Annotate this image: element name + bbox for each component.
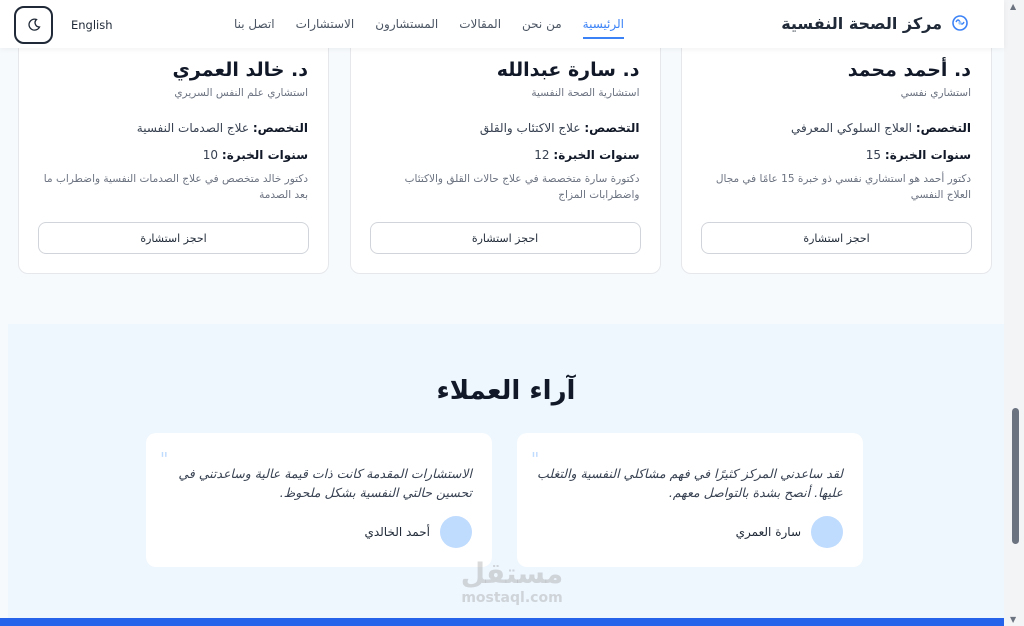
- doctor-description: دكتور خالد متخصص في علاج الصدمات النفسية…: [43, 173, 308, 201]
- doctor-title: استشارية الصحة النفسية: [531, 87, 640, 99]
- years-value: 15: [865, 148, 882, 162]
- author-name: سارة العمري: [735, 525, 801, 539]
- specialty-value: علاج الصدمات النفسية: [136, 121, 249, 135]
- doctor-name: د. سارة عبدالله: [496, 59, 640, 81]
- specialty-label: التخصص:: [915, 121, 971, 135]
- avatar: [440, 516, 472, 548]
- testimonial-card: " لقد ساعدني المركز كثيرًا في فهم مشاكلي…: [517, 433, 863, 567]
- theme-toggle-button[interactable]: [14, 6, 53, 44]
- testimonial-text: لقد ساعدني المركز كثيرًا في فهم مشاكلي ا…: [537, 466, 843, 500]
- years-label: سنوات الخبرة:: [553, 148, 640, 162]
- doctor-title: استشاري نفسي: [900, 87, 971, 99]
- doctor-card: د. خالد العمري استشاري علم النفس السريري…: [18, 30, 329, 274]
- scroll-down-arrow-icon[interactable]: ▼: [1010, 615, 1016, 624]
- nav-contact[interactable]: اتصل بنا: [234, 17, 275, 39]
- years-value: 10: [202, 148, 219, 162]
- brand[interactable]: مركز الصحة النفسية: [781, 13, 970, 33]
- doctors-grid: د. خالد العمري استشاري علم النفس السريري…: [18, 30, 992, 274]
- nav-consultants[interactable]: المستشارون: [375, 17, 438, 39]
- mostaql-watermark: مستقل mostaql.com: [450, 557, 574, 607]
- main-nav: الرئيسية من نحن المقالات المستشارون الاس…: [213, 17, 624, 39]
- doctor-experience: سنوات الخبرة: 15: [866, 148, 971, 162]
- doctor-description: دكتورة سارة متخصصة في علاج حالات القلق و…: [404, 173, 640, 201]
- brain-logo-icon: [952, 15, 968, 31]
- scrollbar-thumb[interactable]: [1012, 408, 1019, 544]
- brand-name: مركز الصحة النفسية: [781, 13, 942, 33]
- doctor-experience: سنوات الخبرة: 10: [203, 148, 308, 162]
- avatar: [811, 516, 843, 548]
- section-title: آراء العملاء: [436, 376, 576, 406]
- years-value: 12: [534, 148, 550, 162]
- doctor-specialty: التخصص: العلاج السلوكي المعرفي: [791, 121, 971, 135]
- scroll-up-arrow-icon[interactable]: ▲: [1010, 2, 1016, 11]
- doctor-name: د. خالد العمري: [172, 59, 308, 81]
- author-name: أحمد الخالدي: [364, 525, 430, 539]
- footer-top-bar: [0, 618, 1004, 626]
- doctor-description: دكتور أحمد هو استشاري نفسي ذو خبرة 15 عا…: [715, 173, 971, 201]
- page-scrollbar[interactable]: ▲ ▼: [1004, 0, 1024, 626]
- doctor-card: د. سارة عبدالله استشارية الصحة النفسية ا…: [349, 30, 661, 274]
- book-consultation-button[interactable]: احجز استشارة: [369, 222, 641, 254]
- doctor-specialty: التخصص: علاج الاكتئاب والقلق: [480, 121, 640, 135]
- testimonial-author: سارة العمري: [736, 516, 843, 548]
- doctor-title: استشاري علم النفس السريري: [174, 87, 308, 99]
- specialty-label: التخصص:: [252, 121, 308, 135]
- specialty-label: التخصص:: [584, 121, 640, 135]
- specialty-value: علاج الاكتئاب والقلق: [479, 121, 581, 135]
- testimonial-card: " الاستشارات المقدمة كانت ذات قيمة عالية…: [146, 433, 492, 567]
- nav-consultations[interactable]: الاستشارات: [296, 17, 355, 39]
- years-label: سنوات الخبرة:: [884, 148, 971, 162]
- doctor-specialty: التخصص: علاج الصدمات النفسية: [137, 121, 308, 135]
- years-label: سنوات الخبرة:: [221, 148, 308, 162]
- book-consultation-button[interactable]: احجز استشارة: [701, 222, 972, 254]
- book-consultation-button[interactable]: احجز استشارة: [38, 222, 309, 254]
- nav-articles[interactable]: المقالات: [459, 17, 501, 39]
- doctor-card: د. أحمد محمد استشاري نفسي التخصص: العلاج…: [681, 30, 992, 274]
- nav-home[interactable]: الرئيسية: [582, 17, 624, 39]
- top-navbar: مركز الصحة النفسية الرئيسية من نحن المقا…: [0, 0, 1004, 48]
- nav-about[interactable]: من نحن: [522, 17, 562, 39]
- specialty-value: العلاج السلوكي المعرفي: [791, 121, 912, 135]
- moon-icon: [27, 18, 41, 31]
- testimonial-author: أحمد الخالدي: [364, 516, 472, 548]
- testimonial-text: الاستشارات المقدمة كانت ذات قيمة عالية و…: [178, 466, 472, 500]
- watermark-latin: mostaql.com: [461, 590, 563, 606]
- doctor-name: د. أحمد محمد: [847, 59, 971, 81]
- watermark-arabic: مستقل: [460, 557, 564, 590]
- language-toggle[interactable]: English: [71, 18, 113, 32]
- doctor-experience: سنوات الخبرة: 12: [534, 148, 639, 162]
